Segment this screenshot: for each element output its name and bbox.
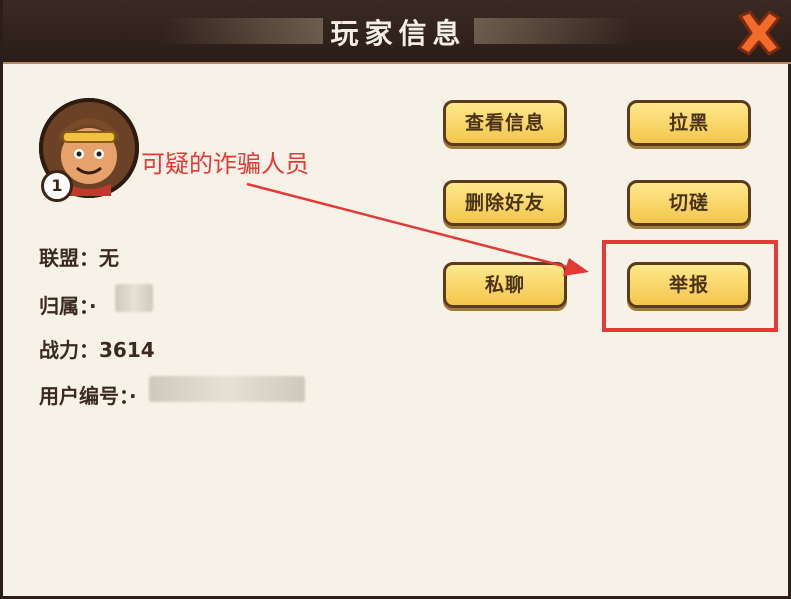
player-info-panel: 玩家信息 1 联盟：无 归属：· 战力：3614 用户编号：· 查看信息 拉黑 … <box>0 0 791 599</box>
arrow-icon <box>246 182 589 276</box>
